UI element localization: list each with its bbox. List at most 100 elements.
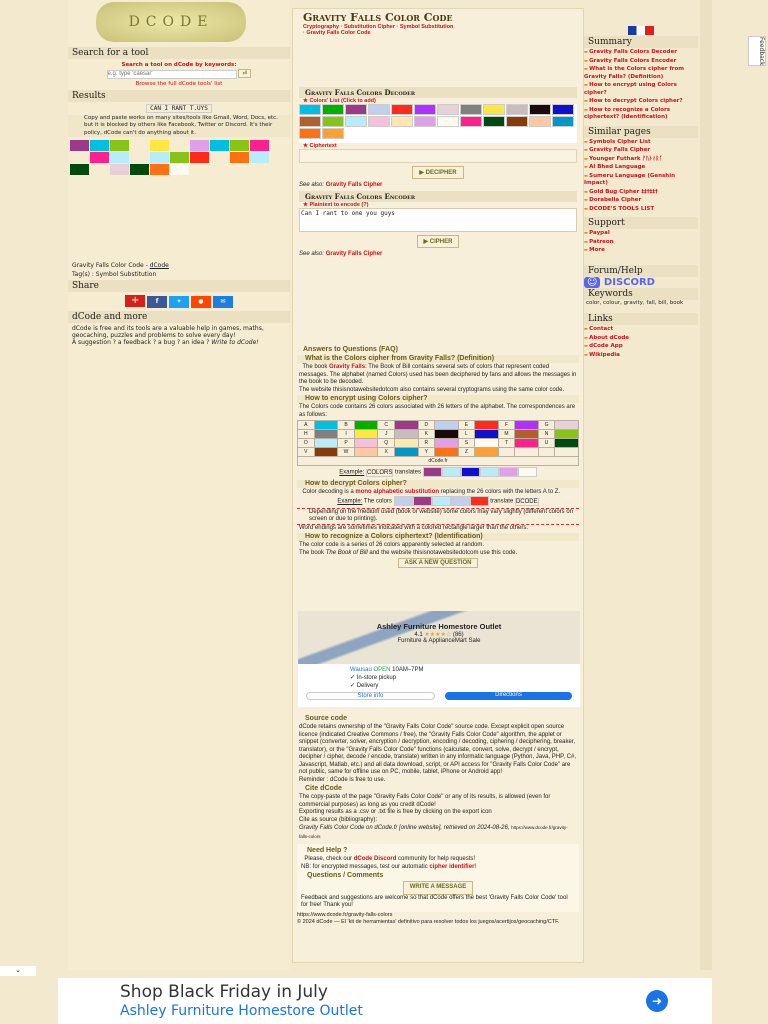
summary-link[interactable]: How to recognize a Colors ciphertext? (I… xyxy=(584,106,698,122)
bottom-ad[interactable]: Shop Black Friday in July Ashley Furnitu… xyxy=(58,978,712,1024)
palette-color-t[interactable] xyxy=(460,116,482,127)
more-title: dCode and more xyxy=(68,311,290,323)
support-link[interactable]: More xyxy=(584,246,698,255)
summary-link[interactable]: How to decrypt Colors cipher? xyxy=(584,97,698,106)
facebook-icon[interactable]: f xyxy=(147,296,168,308)
alphabet-table: A B C D E F G H I J K L M N O P Q R S T U V W X Y ZdCode.fr xyxy=(297,420,579,466)
reddit-icon[interactable]: ● xyxy=(190,296,211,308)
palette-color-j[interactable] xyxy=(506,104,528,115)
links-link[interactable]: Contact xyxy=(584,325,698,334)
collapse-chevron-icon[interactable]: ⌄ xyxy=(0,966,36,976)
summary-link[interactable]: How to encrypt using Colors cipher? xyxy=(584,81,698,97)
french-flag-icon[interactable] xyxy=(628,26,654,35)
summary-link[interactable]: Gravity Falls Colors Decoder xyxy=(584,48,698,57)
palette-color-v[interactable] xyxy=(506,116,528,127)
breadcrumb-item[interactable]: Gravity Falls Color Code xyxy=(306,30,370,36)
summary-link[interactable]: What is the Colors cipher from Gravity F… xyxy=(584,65,698,81)
example-color-swatch xyxy=(441,467,461,477)
palette-color-f[interactable] xyxy=(414,104,436,115)
support-link[interactable]: Paypal xyxy=(584,229,698,238)
results-title: Results xyxy=(68,89,290,102)
palette-color-a[interactable] xyxy=(299,104,321,115)
discord-link[interactable]: dCode Discord xyxy=(354,856,397,862)
ciphertext-label: Ciphertext xyxy=(309,143,337,149)
support-link[interactable]: Patreon xyxy=(584,238,698,247)
palette-color-k[interactable] xyxy=(529,104,551,115)
palette-color-n[interactable] xyxy=(322,116,344,127)
similar-link[interactable]: Al Bhed Language xyxy=(584,163,698,172)
source-text: dCode retains ownership of the "Gravity … xyxy=(299,724,577,775)
dcode-logo[interactable]: DCODE xyxy=(96,2,246,42)
ask-question-button[interactable]: ASK A NEW QUESTION xyxy=(397,558,479,569)
palette-color-p[interactable] xyxy=(368,116,390,127)
palette-color-x[interactable] xyxy=(552,116,574,127)
faq-a4: The color code is a series of 26 colors … xyxy=(299,542,485,549)
palette-color-b[interactable] xyxy=(322,104,344,115)
palette-color-o[interactable] xyxy=(345,116,367,127)
write-link[interactable]: Write to dCode! xyxy=(211,339,258,346)
table-color xyxy=(313,420,339,430)
palette-color-l[interactable] xyxy=(552,104,574,115)
palette-color-h[interactable] xyxy=(460,104,482,115)
palette-color-m[interactable] xyxy=(299,116,321,127)
result-color-cell xyxy=(130,140,149,151)
similar-link[interactable]: Younger Futhark ᚠᚢᚦᛅᚱᚴ xyxy=(584,155,698,164)
similar-link[interactable]: Gravity Falls Cipher xyxy=(584,146,698,155)
similar-link[interactable]: Sumeru Language (Genshin Impact) xyxy=(584,172,698,188)
palette-color-g[interactable] xyxy=(437,104,459,115)
see-also-link[interactable]: Gravity Falls Cipher xyxy=(326,182,383,188)
palette-color-y[interactable] xyxy=(299,128,321,139)
gravity-falls-link[interactable]: Gravity Falls xyxy=(329,364,365,370)
links-link[interactable]: dCode App xyxy=(584,342,698,351)
palette-color-q[interactable] xyxy=(391,116,413,127)
palette-color-z[interactable] xyxy=(322,128,344,139)
similar-link[interactable]: Symbols Cipher List xyxy=(584,138,698,147)
store-info-button[interactable]: Store info xyxy=(306,692,435,700)
summary-link[interactable]: Gravity Falls Colors Encoder xyxy=(584,57,698,66)
ciphertext-input[interactable] xyxy=(299,149,577,163)
palette-color-i[interactable] xyxy=(483,104,505,115)
plaintext-input[interactable]: Can I rant to one you guys xyxy=(299,208,577,232)
similar-link[interactable]: Dorabella Cipher xyxy=(584,196,698,205)
search-input[interactable] xyxy=(106,69,237,79)
table-color xyxy=(313,447,339,457)
footer-url: https://www.dcode.fr/gravity-falls-color… xyxy=(297,911,393,918)
write-message-button[interactable]: WRITE A MESSAGE xyxy=(402,881,474,895)
ad-store-name[interactable]: Ashley Furniture Homestore Outlet xyxy=(298,622,580,631)
palette-color-d[interactable] xyxy=(368,104,390,115)
result-color-cell xyxy=(150,140,169,151)
cipher-identifier-link[interactable]: cipher identifier xyxy=(429,864,474,870)
palette-color-w[interactable] xyxy=(529,116,551,127)
directions-button[interactable]: Directions xyxy=(445,692,572,700)
directions-icon[interactable]: ➜ xyxy=(646,990,668,1012)
palette-color-e[interactable] xyxy=(391,104,413,115)
twitter-icon[interactable]: ✦ xyxy=(169,296,189,308)
result-color-cell xyxy=(110,152,129,163)
links-link[interactable]: About dCode xyxy=(584,334,698,343)
dcode-link[interactable]: dCode xyxy=(150,262,169,269)
palette-color-r[interactable] xyxy=(414,116,436,127)
table-letter: L xyxy=(457,429,476,439)
results-text[interactable]: CAN I RANT T.UYS xyxy=(146,103,212,113)
email-icon[interactable]: ✉ xyxy=(212,296,233,308)
search-button[interactable]: ⏎ xyxy=(238,69,252,78)
links-link[interactable]: Wikipedia xyxy=(584,351,698,360)
breadcrumb-item[interactable]: Symbol Substitution xyxy=(400,24,453,30)
discord-button[interactable]: ☺ DISCORD xyxy=(584,276,698,288)
palette-color-u[interactable] xyxy=(483,116,505,127)
feedback-tab[interactable]: Feedback xyxy=(748,36,766,66)
palette-color-c[interactable] xyxy=(345,104,367,115)
mono-substitution-link[interactable]: mono alphabetic substitution xyxy=(355,489,439,495)
browse-tools-link[interactable]: Browse the full dCode tools' list xyxy=(136,81,223,87)
palette-color-s[interactable] xyxy=(437,116,459,127)
example-label: Example: xyxy=(339,469,365,476)
similar-link[interactable]: Gold Bug Cipher ‡‡†‡‡† xyxy=(584,188,698,197)
similar-link[interactable]: DCODE'S TOOLS LIST xyxy=(584,205,698,214)
cipher-button[interactable]: ▶ CIPHER xyxy=(416,235,460,248)
table-color xyxy=(474,438,499,448)
share-plus-icon[interactable]: + xyxy=(125,295,146,307)
see-also-link[interactable]: Gravity Falls Cipher xyxy=(326,251,383,257)
map-ad[interactable]: Ashley Furniture Homestore Outlet 4.1 ★★… xyxy=(298,611,580,707)
example-color-swatch xyxy=(498,467,518,477)
decipher-button[interactable]: ▶ DECIPHER xyxy=(412,166,464,179)
